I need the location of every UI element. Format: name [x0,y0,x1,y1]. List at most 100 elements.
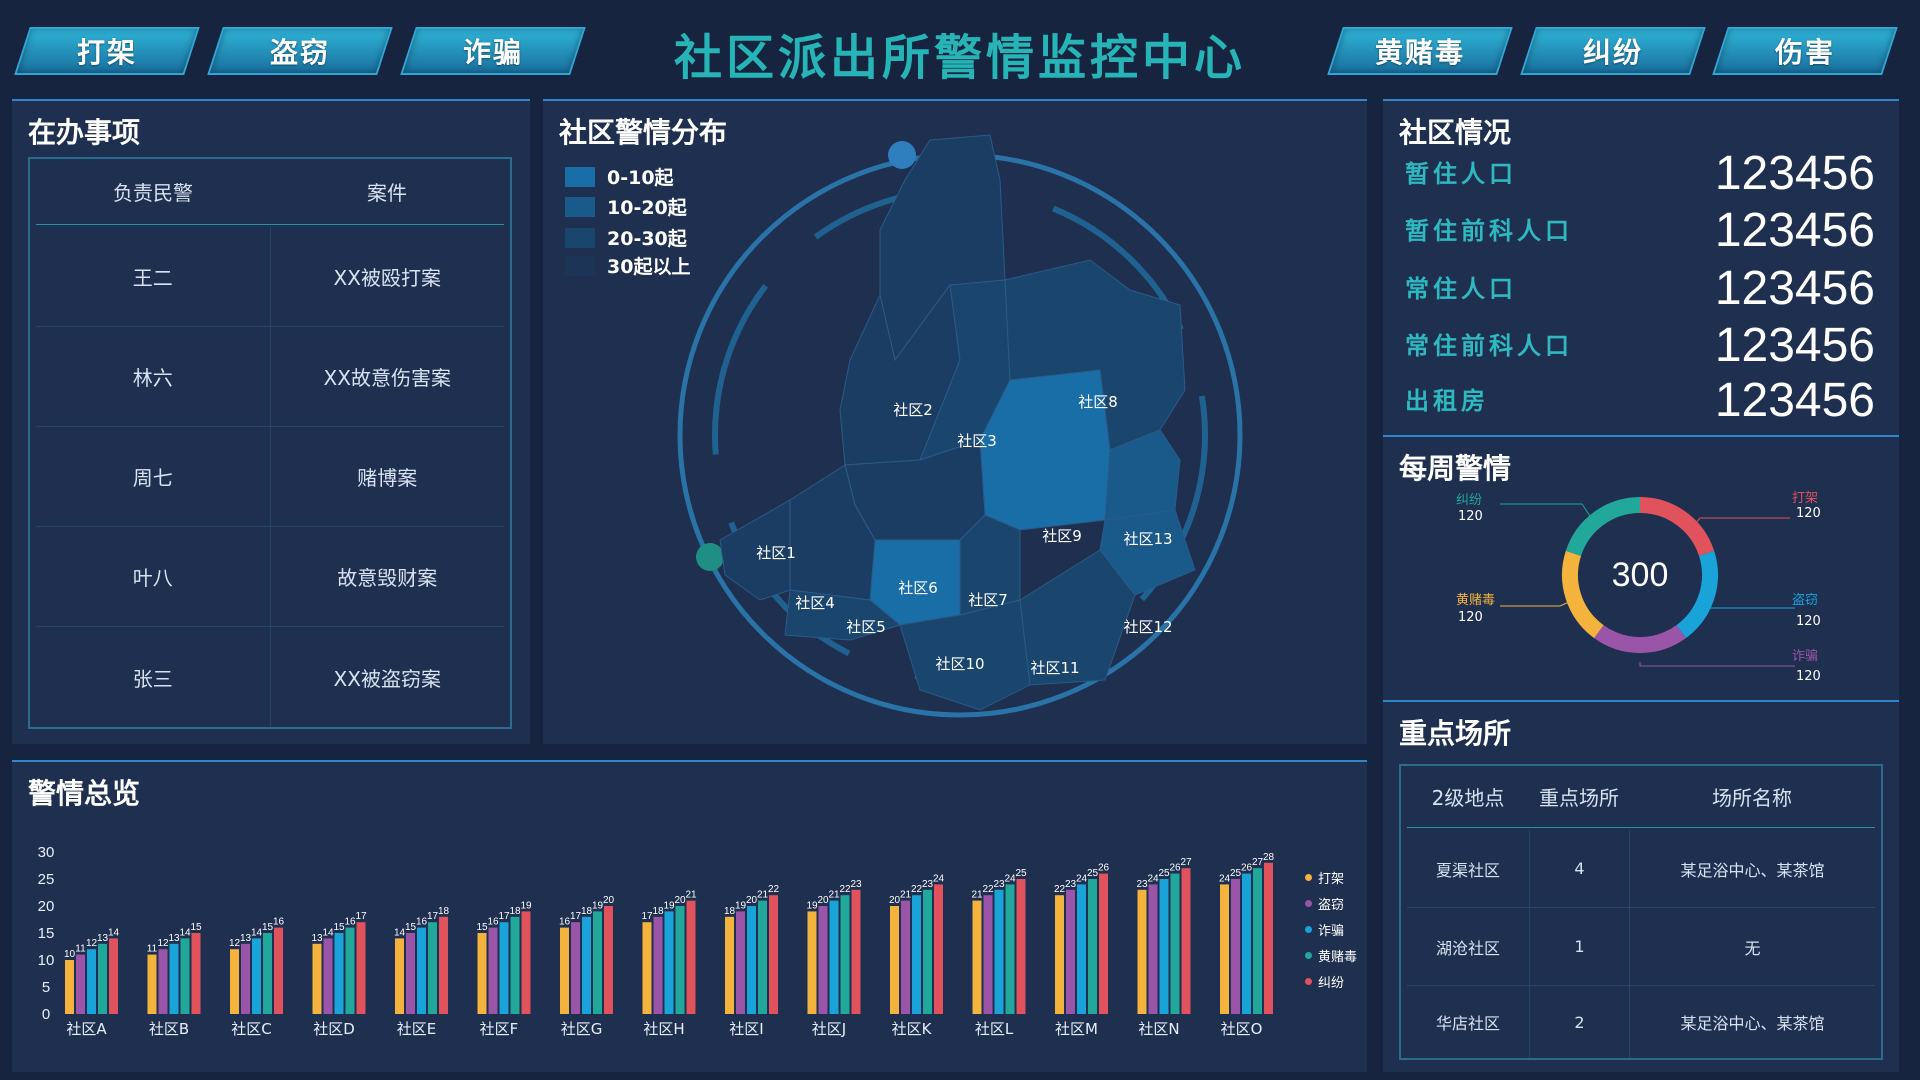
bar-9-3[interactable] [840,895,850,1014]
bar-9-2[interactable] [829,900,839,1014]
bar-13-2[interactable] [1159,879,1169,1014]
bar-2-0[interactable] [230,949,239,1014]
bar-14-1[interactable] [1231,879,1240,1014]
bar-11-0[interactable] [972,900,982,1014]
donut-segment-0[interactable] [1639,497,1715,557]
bar-6-2[interactable] [582,916,591,1014]
nav-label: 伤害 [1774,36,1835,69]
bar-6-1[interactable] [571,922,580,1014]
bar-14-3[interactable] [1253,868,1262,1014]
bar-13-1[interactable] [1148,884,1158,1014]
bar-9-0[interactable] [807,911,817,1014]
bar-7-3[interactable] [675,906,685,1014]
bar-4-3[interactable] [428,922,437,1014]
bar-11-4[interactable] [1016,879,1026,1014]
bar-8-1[interactable] [736,911,745,1014]
bar-13-4[interactable] [1181,868,1191,1014]
bar-0-4[interactable] [109,938,118,1014]
bar-5-1[interactable] [488,927,498,1014]
bar-1-1[interactable] [158,949,168,1014]
nav-button-theft[interactable]: 盗窃 [207,27,393,75]
bar-4-4[interactable] [439,916,448,1014]
bar-10-3[interactable] [923,889,932,1014]
bar-14-2[interactable] [1242,873,1251,1014]
table-row[interactable]: 夏渠社区 4 某足浴中心、某茶馆 [1407,830,1875,908]
donut-segment-1[interactable] [1676,550,1718,639]
bar-3-2[interactable] [334,933,344,1014]
table-row[interactable]: 周七 赌博案 [36,427,504,527]
bar-8-2[interactable] [747,906,756,1014]
bar-12-3[interactable] [1088,879,1097,1014]
bar-6-4[interactable] [604,906,613,1014]
bar-1-0[interactable] [147,954,157,1014]
bar-12-1[interactable] [1066,889,1075,1014]
bar-13-0[interactable] [1137,889,1147,1014]
bar-8-4[interactable] [769,895,778,1014]
bar-14-0[interactable] [1220,884,1229,1014]
bar-0-3[interactable] [98,943,107,1014]
donut-segment-3[interactable] [1562,550,1604,639]
bar-1-3[interactable] [180,938,190,1014]
donut-segment-4[interactable] [1565,497,1641,557]
bar-value-label: 16 [487,917,499,928]
bar-0-2[interactable] [87,949,96,1014]
bar-3-4[interactable] [356,922,366,1014]
bar-value-label: 13 [168,933,180,944]
bar-10-0[interactable] [890,906,899,1014]
bar-6-0[interactable] [560,927,569,1014]
bar-12-4[interactable] [1099,873,1108,1014]
bar-2-2[interactable] [252,938,261,1014]
table-row[interactable]: 湖沧社区 1 无 [1407,908,1875,986]
table-row[interactable]: 华店社区 2 某足浴中心、某茶馆 [1407,986,1875,1058]
bar-7-4[interactable] [686,900,696,1014]
bar-11-1[interactable] [983,895,993,1014]
bar-2-3[interactable] [263,933,272,1014]
nav-button-vice[interactable]: 黄赌毒 [1327,27,1513,75]
bar-7-0[interactable] [642,922,652,1014]
bar-8-0[interactable] [725,916,734,1014]
bar-1-2[interactable] [169,943,179,1014]
bar-0-1[interactable] [76,954,85,1014]
nav-button-injury[interactable]: 伤害 [1712,27,1898,75]
bar-10-2[interactable] [912,895,921,1014]
donut-label: 黄赌毒 [1456,593,1496,608]
bar-5-4[interactable] [521,911,531,1014]
bar-5-3[interactable] [510,916,520,1014]
bar-5-0[interactable] [477,933,487,1014]
bar-6-3[interactable] [593,911,602,1014]
nav-button-dispute[interactable]: 纠纷 [1520,27,1706,75]
bar-3-0[interactable] [312,943,322,1014]
bar-8-3[interactable] [758,900,767,1014]
bar-13-3[interactable] [1170,873,1180,1014]
nav-button-fight[interactable]: 打架 [14,27,200,75]
bar-10-4[interactable] [934,884,943,1014]
bar-12-2[interactable] [1077,884,1086,1014]
bar-9-4[interactable] [851,889,861,1014]
panel-title: 重点场所 [1399,717,1512,750]
bar-3-3[interactable] [345,927,355,1014]
bar-7-1[interactable] [653,916,663,1014]
nav-button-fraud[interactable]: 诈骗 [400,27,586,75]
bar-4-2[interactable] [417,927,426,1014]
bar-2-4[interactable] [274,927,283,1014]
bar-7-2[interactable] [664,911,674,1014]
table-row[interactable]: 王二 XX被殴打案 [36,227,504,327]
bar-0-0[interactable] [65,960,74,1014]
bar-11-2[interactable] [994,889,1004,1014]
bar-1-4[interactable] [191,933,201,1014]
bar-5-2[interactable] [499,922,509,1014]
table-row[interactable]: 叶八 故意毁财案 [36,527,504,627]
bar-4-0[interactable] [395,938,404,1014]
bar-value-label: 21 [900,890,912,901]
bar-11-3[interactable] [1005,884,1015,1014]
bar-12-0[interactable] [1055,895,1064,1014]
donut-segment-2[interactable] [1594,624,1686,653]
bar-2-1[interactable] [241,943,250,1014]
bar-9-1[interactable] [818,906,828,1014]
bar-4-1[interactable] [406,933,415,1014]
table-row[interactable]: 张三 XX被盗窃案 [36,627,504,727]
bar-14-4[interactable] [1264,862,1273,1014]
bar-10-1[interactable] [901,900,910,1014]
bar-3-1[interactable] [323,938,333,1014]
table-row[interactable]: 林六 XX故意伤害案 [36,327,504,427]
